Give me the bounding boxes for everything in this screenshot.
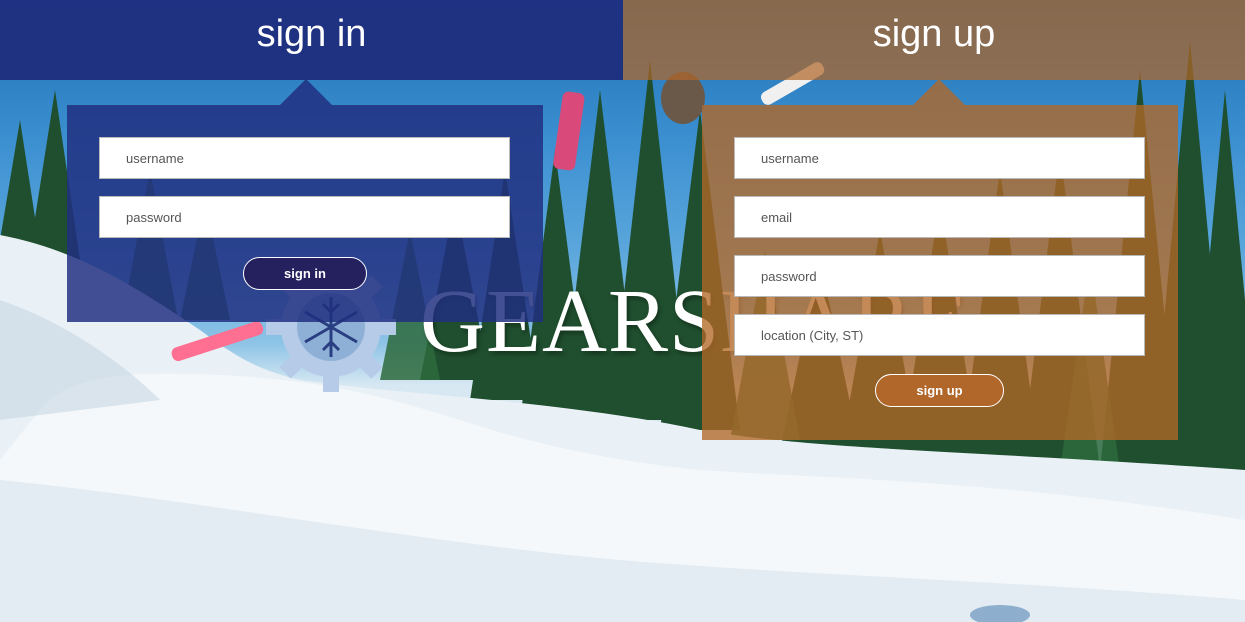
tab-sign-up[interactable]: sign up xyxy=(623,0,1245,80)
sign-in-password-input[interactable] xyxy=(99,196,510,238)
sign-in-panel-pointer xyxy=(280,79,332,105)
sign-up-button[interactable]: sign up xyxy=(875,374,1004,407)
sign-in-username-input[interactable] xyxy=(99,137,510,179)
sign-in-button[interactable]: sign in xyxy=(243,257,367,290)
sign-up-password-input[interactable] xyxy=(734,255,1145,297)
sign-up-email-input[interactable] xyxy=(734,196,1145,238)
tab-sign-in-label: sign in xyxy=(256,12,367,55)
sign-up-panel: sign up xyxy=(702,79,1178,440)
tab-sign-in[interactable]: sign in xyxy=(0,0,623,80)
sign-up-panel-pointer xyxy=(913,79,965,105)
sign-in-panel: sign in xyxy=(67,79,543,322)
sign-up-username-input[interactable] xyxy=(734,137,1145,179)
tab-sign-up-label: sign up xyxy=(872,12,996,55)
sign-up-location-input[interactable] xyxy=(734,314,1145,356)
